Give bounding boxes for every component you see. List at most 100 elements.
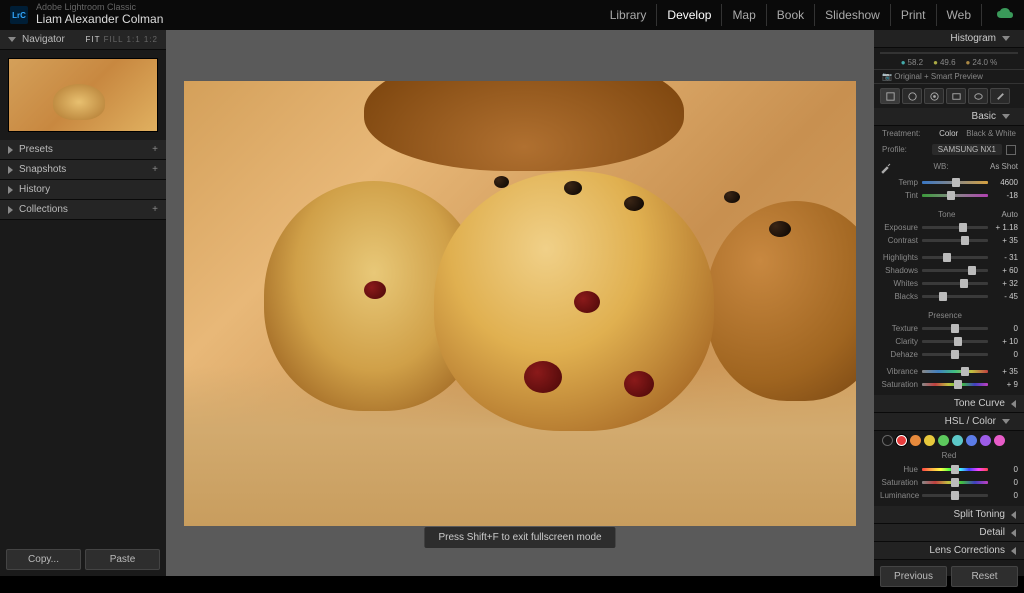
slider-knob[interactable] — [954, 380, 962, 389]
hsl-color-0[interactable] — [896, 435, 907, 446]
brush-tool[interactable] — [990, 88, 1010, 104]
disclosure-icon — [1002, 36, 1010, 41]
loupe-view[interactable]: Press Shift+F to exit fullscreen mode — [166, 30, 874, 576]
hsl-color-picker — [874, 431, 1024, 450]
panel-detail[interactable]: Detail — [874, 524, 1024, 542]
slider-exposure[interactable]: Exposure+ 1.18 — [880, 221, 1018, 234]
slider-knob[interactable] — [943, 253, 951, 262]
basic-panel-header[interactable]: Basic — [874, 108, 1024, 126]
workspace: Navigator FIT FILL 1:1 1:2 Presets+Snaps… — [0, 30, 1024, 576]
slider-saturation[interactable]: Saturation+ 9 — [880, 378, 1018, 391]
hsl-color-7[interactable] — [994, 435, 1005, 446]
preview-mode-label: 📷 Original + Smart Preview — [874, 69, 1024, 84]
slider-knob[interactable] — [960, 279, 968, 288]
hsl-panel-header[interactable]: HSL / Color — [874, 413, 1024, 431]
slider-texture[interactable]: Texture0 — [880, 322, 1018, 335]
module-develop[interactable]: Develop — [657, 4, 722, 26]
slider-highlights[interactable]: Highlights- 31 — [880, 251, 1018, 264]
paste-button[interactable]: Paste — [85, 549, 160, 570]
module-map[interactable]: Map — [722, 4, 766, 26]
slider-knob[interactable] — [939, 292, 947, 301]
disclosure-right-icon — [8, 166, 13, 174]
left-panel: Navigator FIT FILL 1:1 1:2 Presets+Snaps… — [0, 30, 166, 576]
treatment-bw[interactable]: Black & White — [966, 129, 1016, 138]
slider-knob[interactable] — [951, 324, 959, 333]
slider-knob[interactable] — [951, 478, 959, 487]
slider-vibrance[interactable]: Vibrance+ 35 — [880, 365, 1018, 378]
tone-group: Tone Auto Exposure+ 1.18Contrast+ 35 Hig… — [874, 206, 1024, 307]
panel-split-toning[interactable]: Split Toning — [874, 506, 1024, 524]
radial-tool[interactable] — [968, 88, 988, 104]
module-book[interactable]: Book — [767, 4, 815, 26]
slider-saturation[interactable]: Saturation0 — [880, 476, 1018, 489]
treatment-row: Treatment: Color Black & White — [874, 126, 1024, 141]
slider-knob[interactable] — [951, 465, 959, 474]
gradient-tool[interactable] — [946, 88, 966, 104]
treatment-color[interactable]: Color — [939, 129, 958, 138]
wb-eyedropper-icon[interactable] — [880, 162, 892, 174]
app-logo: LrC — [10, 6, 28, 24]
disclosure-right-icon — [8, 146, 13, 154]
navigator-thumbnail[interactable] — [8, 58, 158, 132]
slider-knob[interactable] — [961, 236, 969, 245]
panel-snapshots[interactable]: Snapshots+ — [0, 160, 166, 180]
user-name: Liam Alexander Colman — [36, 13, 163, 26]
profile-browser-icon[interactable] — [1006, 145, 1016, 155]
fullscreen-hint: Press Shift+F to exit fullscreen mode — [424, 527, 615, 548]
panel-collections[interactable]: Collections+ — [0, 200, 166, 220]
hsl-color-6[interactable] — [980, 435, 991, 446]
crop-tool[interactable] — [880, 88, 900, 104]
slider-shadows[interactable]: Shadows+ 60 — [880, 264, 1018, 277]
slider-knob[interactable] — [951, 350, 959, 359]
slider-whites[interactable]: Whites+ 32 — [880, 277, 1018, 290]
slider-blacks[interactable]: Blacks- 45 — [880, 290, 1018, 303]
slider-knob[interactable] — [947, 191, 955, 200]
slider-knob[interactable] — [951, 491, 959, 500]
histogram-header[interactable]: Histogram — [874, 30, 1024, 48]
slider-luminance[interactable]: Luminance0 — [880, 489, 1018, 502]
slider-temp[interactable]: Temp4600 — [880, 176, 1018, 189]
hsl-color-4[interactable] — [952, 435, 963, 446]
slider-knob[interactable] — [959, 223, 967, 232]
panel-presets[interactable]: Presets+ — [0, 140, 166, 160]
module-web[interactable]: Web — [937, 4, 982, 26]
auto-tone-button[interactable]: Auto — [1002, 210, 1018, 219]
navigator-zoom-options[interactable]: FIT FILL 1:1 1:2 — [86, 35, 158, 44]
module-print[interactable]: Print — [891, 4, 937, 26]
spot-tool[interactable] — [902, 88, 922, 104]
panel-history[interactable]: History — [0, 180, 166, 200]
slider-knob[interactable] — [961, 367, 969, 376]
module-library[interactable]: Library — [600, 4, 658, 26]
right-button-row: Previous Reset — [874, 560, 1024, 593]
profile-picker[interactable]: SAMSUNG NX1 — [932, 144, 1002, 155]
slider-knob[interactable] — [968, 266, 976, 275]
module-slideshow[interactable]: Slideshow — [815, 4, 891, 26]
hsl-color-3[interactable] — [938, 435, 949, 446]
histogram[interactable] — [880, 52, 1018, 54]
slider-hue[interactable]: Hue0 — [880, 463, 1018, 476]
panel-tone-curve[interactable]: Tone Curve — [874, 395, 1024, 413]
hsl-color-5[interactable] — [966, 435, 977, 446]
left-button-row: Copy... Paste — [0, 543, 166, 576]
slider-tint[interactable]: Tint-18 — [880, 189, 1018, 202]
hsl-sliders: Hue0Saturation0Luminance0 — [874, 461, 1024, 506]
slider-clarity[interactable]: Clarity+ 10 — [880, 335, 1018, 348]
navigator-header[interactable]: Navigator FIT FILL 1:1 1:2 — [0, 30, 166, 50]
disclosure-left-icon — [1011, 547, 1016, 555]
reset-button[interactable]: Reset — [951, 566, 1018, 587]
wb-preset-picker[interactable]: As Shot — [990, 162, 1018, 174]
copy-button[interactable]: Copy... — [6, 549, 81, 570]
slider-dehaze[interactable]: Dehaze0 — [880, 348, 1018, 361]
hsl-color-1[interactable] — [910, 435, 921, 446]
redeye-tool[interactable] — [924, 88, 944, 104]
slider-contrast[interactable]: Contrast+ 35 — [880, 234, 1018, 247]
top-bar: LrC Adobe Lightroom Classic Liam Alexand… — [0, 0, 1024, 30]
hsl-target-icon[interactable] — [882, 435, 893, 446]
slider-knob[interactable] — [954, 337, 962, 346]
slider-knob[interactable] — [952, 178, 960, 187]
previous-button[interactable]: Previous — [880, 566, 947, 587]
disclosure-left-icon — [1011, 529, 1016, 537]
cloud-sync-icon[interactable] — [982, 7, 1014, 24]
hsl-color-2[interactable] — [924, 435, 935, 446]
panel-lens-corrections[interactable]: Lens Corrections — [874, 542, 1024, 560]
